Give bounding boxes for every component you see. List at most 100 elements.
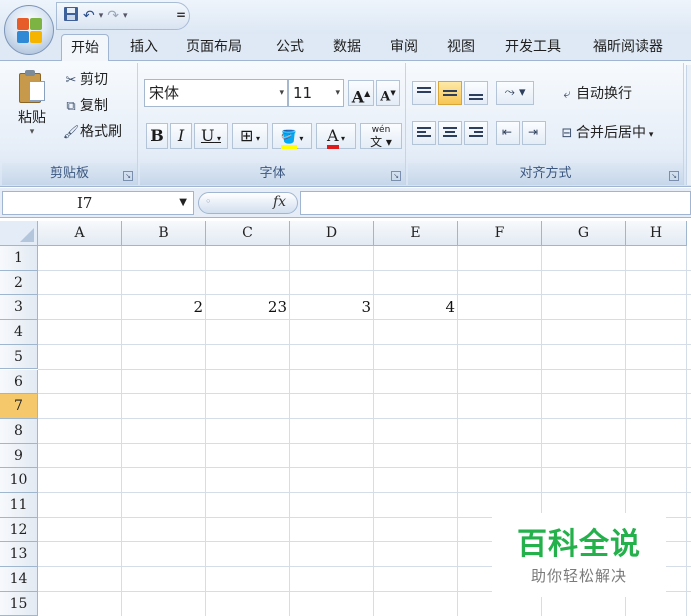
font-name-select[interactable]: 宋体 ▾ — [144, 79, 288, 107]
column-header-b[interactable]: B — [122, 221, 206, 246]
increase-indent-button[interactable]: ⇥ — [522, 121, 546, 145]
customize-quick-access-icon[interactable]: = — [176, 8, 186, 22]
tab-data[interactable]: 数据 — [333, 34, 361, 61]
font-size-select[interactable]: 11 ▾ — [288, 79, 344, 107]
row-header-9[interactable]: 9 — [0, 443, 38, 469]
row-header-13[interactable]: 13 — [0, 542, 38, 568]
font-size-value: 11 — [293, 84, 313, 102]
align-top-button[interactable] — [412, 81, 436, 105]
align-right-button[interactable] — [464, 121, 488, 145]
column-header-g[interactable]: G — [542, 221, 626, 246]
row-gridline — [38, 417, 691, 419]
format-painter-button[interactable]: 🖌格式刷 — [62, 121, 122, 143]
insert-function-button[interactable]: fx — [273, 194, 286, 210]
copy-button[interactable]: ⧉ 复制 — [62, 95, 108, 117]
cell-d3[interactable]: 3 — [290, 295, 374, 320]
row-header-4[interactable]: 4 — [0, 320, 38, 345]
orientation-button[interactable]: ⤳ ▾ — [496, 81, 534, 105]
clipboard-launcher-icon[interactable]: ↘ — [123, 171, 133, 181]
italic-label: I — [177, 126, 185, 145]
italic-button[interactable]: I — [170, 123, 192, 149]
row-header-11[interactable]: 11 — [0, 493, 38, 518]
column-header-c[interactable]: C — [206, 221, 290, 246]
row-header-15[interactable]: 15 — [0, 591, 38, 616]
cell-b3[interactable]: 2 — [122, 295, 206, 320]
tab-foxit-reader[interactable]: 福昕阅读器 — [593, 34, 663, 61]
office-logo-icon — [17, 18, 43, 44]
fill-color-button[interactable]: 🪣 ▾ — [272, 123, 312, 149]
align-bottom-button[interactable] — [464, 81, 488, 105]
paste-dropdown-icon[interactable]: ▾ — [12, 127, 52, 137]
row-header-14[interactable]: 14 — [0, 567, 38, 592]
align-middle-button[interactable] — [438, 81, 462, 105]
tab-insert[interactable]: 插入 — [130, 34, 158, 61]
shrink-font-label: A — [380, 89, 391, 105]
column-header-f[interactable]: F — [458, 221, 542, 246]
alignment-launcher-icon[interactable]: ↘ — [669, 171, 679, 181]
column-header-e[interactable]: E — [374, 221, 458, 246]
cell-e3[interactable]: 4 — [374, 295, 458, 320]
row-header-12[interactable]: 12 — [0, 517, 38, 543]
wrap-text-button[interactable]: ⤶ 自动换行 — [558, 83, 632, 105]
merge-center-button[interactable]: ⊟ 合并后居中 ▾ — [558, 122, 654, 144]
column-gridline — [686, 246, 687, 616]
tab-review[interactable]: 审阅 — [390, 34, 418, 61]
row-gridline — [38, 393, 691, 395]
bold-button[interactable]: B — [146, 123, 168, 149]
tab-page-layout[interactable]: 页面布局 — [186, 34, 242, 61]
select-all-button[interactable] — [0, 221, 38, 246]
font-color-button[interactable]: A ▾ — [316, 123, 356, 149]
row-header-5[interactable]: 5 — [0, 344, 38, 370]
row-gridline — [38, 368, 691, 370]
phonetic-guide-button[interactable]: wén 文 ▾ — [360, 123, 402, 149]
name-box[interactable]: I7 ▼ — [2, 191, 194, 215]
shrink-font-button[interactable]: A▼ — [376, 80, 400, 106]
redo-dropdown-icon[interactable]: ▾ — [123, 11, 128, 21]
row-gridline — [38, 492, 691, 493]
formula-input[interactable] — [300, 191, 691, 215]
column-header-a[interactable]: A — [38, 221, 122, 246]
undo-dropdown-icon[interactable]: ▾ — [99, 11, 104, 21]
align-left-button[interactable] — [412, 121, 436, 145]
column-header-d[interactable]: D — [290, 221, 374, 246]
row-header-1[interactable]: 1 — [0, 246, 38, 271]
row-header-7[interactable]: 7 — [0, 394, 38, 419]
align-center-button[interactable] — [438, 121, 462, 145]
paste-button[interactable]: 粘贴 ▾ — [12, 67, 52, 151]
format-painter-label: 格式刷 — [80, 124, 122, 140]
resize-knob-icon[interactable]: ◦ — [205, 195, 212, 208]
clipboard-group-label: 剪贴板 — [2, 163, 137, 185]
cut-button[interactable]: ✂ 剪切 — [62, 69, 108, 91]
tab-view[interactable]: 视图 — [447, 34, 475, 61]
merge-center-label: 合并后居中 — [576, 125, 646, 141]
watermark-subtitle: 助你轻松解决 — [530, 567, 627, 585]
row-header-2[interactable]: 2 — [0, 270, 38, 296]
formula-bar: I7 ▼ ◦ fx — [0, 188, 691, 218]
undo-icon[interactable]: ↶ — [83, 6, 95, 26]
row-header-8[interactable]: 8 — [0, 418, 38, 444]
grow-font-button[interactable]: A▲ — [348, 80, 374, 106]
cell-c3[interactable]: 23 — [206, 295, 290, 320]
save-icon[interactable] — [63, 6, 79, 26]
decrease-indent-button[interactable]: ⇤ — [496, 121, 520, 145]
tab-home[interactable]: 开始 — [61, 34, 109, 62]
clipboard-group: 粘贴 ▾ ✂ 剪切 ⧉ 复制 🖌格式刷 剪贴板 ↘ — [2, 63, 138, 185]
tab-formulas[interactable]: 公式 — [276, 34, 304, 61]
borders-button[interactable]: ⊞ ▾ — [232, 123, 268, 149]
row-header-3[interactable]: 3 — [0, 295, 38, 321]
office-button[interactable] — [4, 5, 54, 55]
row-header-6[interactable]: 6 — [0, 369, 38, 395]
redo-icon[interactable]: ↷ — [107, 6, 119, 26]
scissors-icon: ✂ — [65, 73, 77, 88]
column-header-h[interactable]: H — [626, 221, 687, 246]
font-launcher-icon[interactable]: ↘ — [391, 171, 401, 181]
name-box-dropdown-icon[interactable]: ▼ — [179, 192, 187, 214]
ribbon: 粘贴 ▾ ✂ 剪切 ⧉ 复制 🖌格式刷 剪贴板 ↘ 宋体 ▾ 11 ▾ A▲ A▼ — [0, 61, 691, 187]
row-gridline — [38, 467, 691, 469]
font-name-dropdown-icon: ▾ — [279, 88, 284, 98]
font-group: 宋体 ▾ 11 ▾ A▲ A▼ B I U ▾ ⊞ ▾ 🪣 ▾ A ▾ wén … — [140, 63, 406, 185]
tab-developer[interactable]: 开发工具 — [505, 34, 561, 61]
merge-cells-icon: ⊟ — [561, 126, 573, 141]
row-header-10[interactable]: 10 — [0, 468, 38, 493]
underline-button[interactable]: U ▾ — [194, 123, 228, 149]
